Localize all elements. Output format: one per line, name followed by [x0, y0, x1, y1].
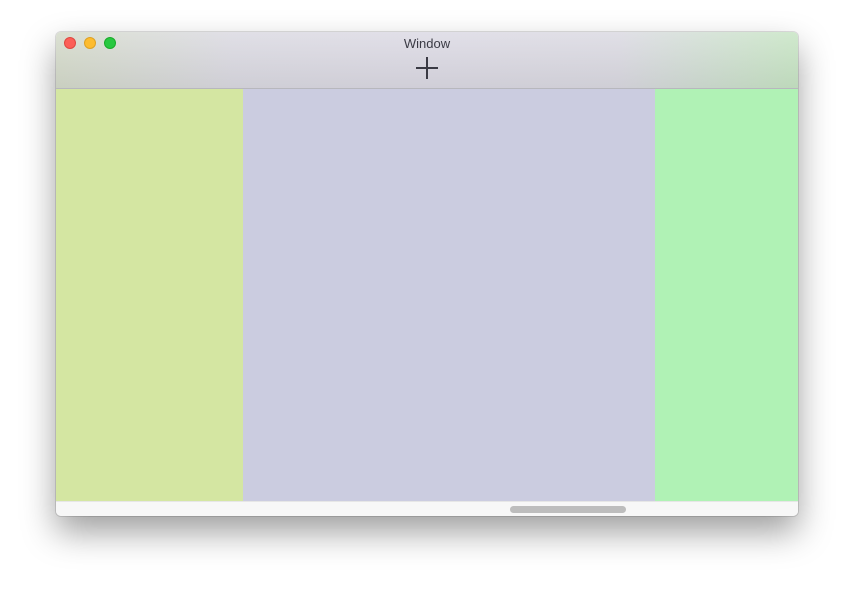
- app-window: Window: [56, 32, 798, 516]
- add-button[interactable]: [415, 56, 439, 80]
- horizontal-scrollbar[interactable]: [56, 501, 798, 516]
- center-pane: [243, 89, 655, 501]
- plus-icon: [416, 57, 438, 79]
- right-pane: [655, 89, 798, 501]
- split-view: [56, 89, 798, 501]
- titlebar[interactable]: Window: [56, 32, 798, 89]
- scrollbar-thumb[interactable]: [510, 506, 626, 513]
- window-title: Window: [403, 36, 451, 51]
- left-pane: [56, 89, 243, 501]
